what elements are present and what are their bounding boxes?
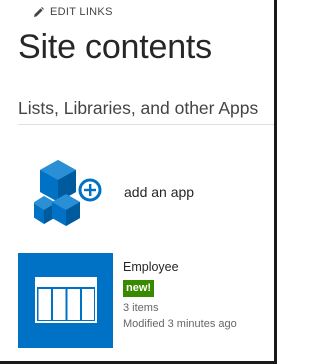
item-count: 3 items — [123, 302, 159, 314]
modified-timestamp: Modified 3 minutes ago — [123, 318, 237, 330]
add-app-link[interactable]: add an app — [124, 184, 194, 200]
edit-links-label: EDIT LINKS — [50, 6, 113, 18]
edit-links-link[interactable]: EDIT LINKS — [33, 6, 113, 18]
page-title: Site contents — [18, 28, 212, 66]
add-app-icon[interactable] — [33, 158, 114, 228]
list-name-link[interactable]: Employee — [123, 260, 179, 274]
pencil-icon — [33, 6, 44, 18]
section-divider — [18, 124, 275, 125]
new-badge: new! — [123, 280, 155, 297]
section-title: Lists, Libraries, and other Apps — [18, 98, 259, 118]
list-table-icon[interactable] — [18, 253, 113, 348]
